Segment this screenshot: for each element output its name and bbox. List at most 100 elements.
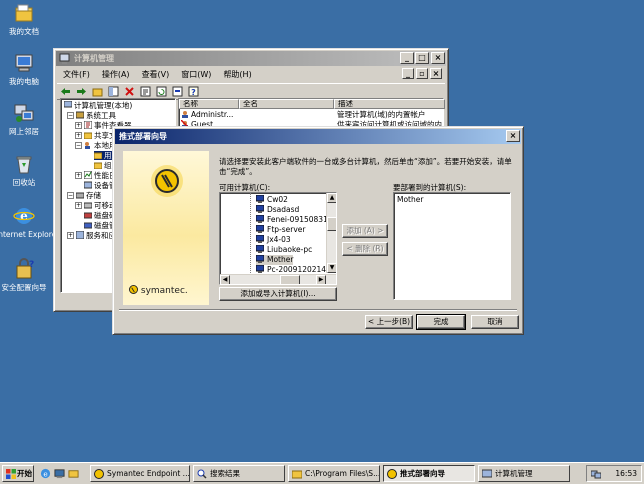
network-places-icon[interactable]: 网上邻居	[0, 102, 48, 136]
system-tray: 16:53	[586, 465, 642, 482]
back-arrow-icon[interactable]	[60, 86, 71, 97]
expand-toggle[interactable]: −	[67, 112, 74, 119]
column-header-description[interactable]: 描述	[334, 99, 445, 109]
quicklaunch-ie-icon[interactable]: e	[40, 468, 51, 479]
h-scroll-thumb[interactable]	[280, 275, 300, 284]
menu-window[interactable]: 窗口(W)	[175, 69, 217, 80]
task-label: Symantec Endpoint ...	[107, 469, 190, 478]
available-computer-item[interactable]: Mother	[256, 255, 294, 265]
my-computer-icon[interactable]: 我的电脑	[0, 52, 48, 86]
svg-text:e: e	[43, 469, 47, 478]
symantec-icon	[387, 469, 397, 479]
column-header-fullname[interactable]: 全名	[239, 99, 334, 109]
removable-storage-icon	[84, 202, 92, 209]
selected-computers-list[interactable]: Mother	[393, 192, 511, 300]
start-button[interactable]: 开始	[2, 465, 34, 482]
scroll-down-button[interactable]: ▼	[327, 263, 336, 273]
tree-item-system-tools[interactable]: 系统工具	[76, 111, 116, 120]
vertical-scrollbar[interactable]: ▲ ▼	[326, 193, 336, 273]
row-name: Administr...	[191, 110, 234, 119]
expand-toggle[interactable]: +	[75, 122, 82, 129]
scroll-thumb[interactable]	[327, 217, 336, 231]
refresh-icon[interactable]	[156, 86, 167, 97]
computer-icon	[256, 265, 264, 273]
available-computer-item[interactable]: Cw02	[256, 195, 288, 205]
scroll-right-button[interactable]: ▶	[316, 275, 326, 284]
folder-icon	[292, 470, 302, 479]
minimize-button[interactable]: _	[400, 52, 414, 64]
finish-button[interactable]: 完成	[416, 314, 466, 330]
available-computer-item[interactable]: Liubaoke-pc	[256, 245, 312, 255]
quicklaunch-explorer-icon[interactable]	[68, 468, 79, 479]
wizard-close-button[interactable]: ×	[506, 130, 520, 142]
taskbar-program-files-folder[interactable]: C:\Program Files\S...	[288, 465, 380, 482]
back-button[interactable]: < 上一步(B)	[365, 315, 413, 329]
table-row[interactable]: Administr...	[181, 110, 233, 119]
available-computers-list[interactable]: Cw02 Dsadasd Fenei-09150831 Ftp-server Jx4-0…	[219, 192, 337, 285]
internet-explorer-icon[interactable]: e Internet Explorer	[0, 205, 59, 239]
taskbar-computer-management[interactable]: 计算机管理	[478, 465, 570, 482]
symantec-icon	[94, 469, 104, 479]
wizard-titlebar[interactable]: 推式部署向导	[115, 129, 521, 144]
computer-management-titlebar[interactable]: 计算机管理	[56, 51, 446, 66]
expand-toggle[interactable]: +	[75, 172, 82, 179]
svg-text:?: ?	[191, 88, 196, 97]
menu-view[interactable]: 查看(V)	[136, 69, 176, 80]
menu-action[interactable]: 操作(A)	[96, 69, 136, 80]
menu-file[interactable]: 文件(F)	[57, 69, 96, 80]
tree-item-storage[interactable]: 存储	[76, 191, 101, 200]
computer-management-icon	[482, 469, 492, 478]
available-computer-item[interactable]: Jx4-03	[256, 235, 291, 245]
available-computer-item[interactable]: Fenei-09150831	[256, 215, 328, 225]
console-tree-icon[interactable]	[108, 86, 119, 97]
up-folder-icon[interactable]	[92, 86, 103, 97]
child-close-button[interactable]: ×	[430, 68, 442, 79]
selected-computer-item[interactable]: Mother	[397, 195, 423, 205]
quicklaunch-desktop-icon[interactable]	[54, 468, 65, 479]
tools-icon	[76, 111, 84, 119]
properties-icon[interactable]	[140, 86, 151, 97]
cancel-button[interactable]: 取消	[471, 315, 519, 329]
tree-item-groups[interactable]: 组	[94, 161, 112, 170]
task-label: 计算机管理	[495, 469, 533, 478]
network-tray-icon[interactable]	[591, 469, 601, 479]
add-import-computers-button[interactable]: 添加或导入计算机(I)...	[219, 287, 337, 301]
export-list-icon[interactable]	[172, 86, 183, 97]
horizontal-scrollbar[interactable]: ◀ ▶	[220, 274, 336, 284]
taskbar-symantec-endpoint[interactable]: Symantec Endpoint ...	[90, 465, 190, 482]
tree-item-computer-management[interactable]: 计算机管理(本地)	[64, 101, 132, 110]
my-documents-icon[interactable]: 我的文档	[0, 2, 48, 36]
brand-name: symantec.	[140, 286, 188, 296]
expand-toggle[interactable]: +	[67, 232, 74, 239]
scroll-left-button[interactable]: ◀	[220, 275, 230, 284]
add-button[interactable]: 添加 (A) >	[342, 224, 388, 238]
available-computer-item[interactable]: Dsadasd	[256, 205, 299, 215]
taskbar-push-deployment-wizard[interactable]: 推式部署向导	[383, 465, 475, 482]
desktop-icon-label: 我的文档	[9, 27, 39, 36]
available-computer-item[interactable]: Ftp-server	[256, 225, 305, 235]
column-header-name[interactable]: 名称	[179, 99, 239, 109]
scroll-up-button[interactable]: ▲	[327, 193, 336, 203]
help-icon[interactable]: ?	[188, 86, 199, 97]
menu-help[interactable]: 帮助(H)	[217, 69, 257, 80]
expand-toggle[interactable]: −	[75, 142, 82, 149]
expand-toggle[interactable]: +	[75, 202, 82, 209]
computer-management-icon	[59, 53, 70, 64]
users-icon	[85, 142, 90, 149]
menu-bar: 文件(F) 操作(A) 查看(V) 窗口(W) 帮助(H)	[57, 67, 445, 82]
close-button[interactable]: ×	[431, 52, 445, 64]
clock[interactable]: 16:53	[615, 469, 637, 478]
security-config-wizard-icon[interactable]: ? 安全配置向导	[0, 258, 48, 292]
recycle-bin-icon[interactable]: 回收站	[0, 153, 48, 187]
computer-name: Fenei-09150831	[267, 215, 328, 224]
maximize-button[interactable]: □	[415, 52, 429, 64]
child-restore-button[interactable]: ▫	[416, 68, 428, 79]
remove-button[interactable]: < 删除 (R)	[342, 242, 388, 256]
forward-arrow-icon[interactable]	[76, 86, 87, 97]
expand-toggle[interactable]: −	[67, 192, 74, 199]
expand-toggle[interactable]: +	[75, 132, 82, 139]
computer-icon	[256, 225, 264, 233]
taskbar-search-results[interactable]: 搜索结果	[193, 465, 285, 482]
child-minimize-button[interactable]: _	[402, 68, 414, 79]
delete-icon[interactable]	[124, 86, 135, 97]
